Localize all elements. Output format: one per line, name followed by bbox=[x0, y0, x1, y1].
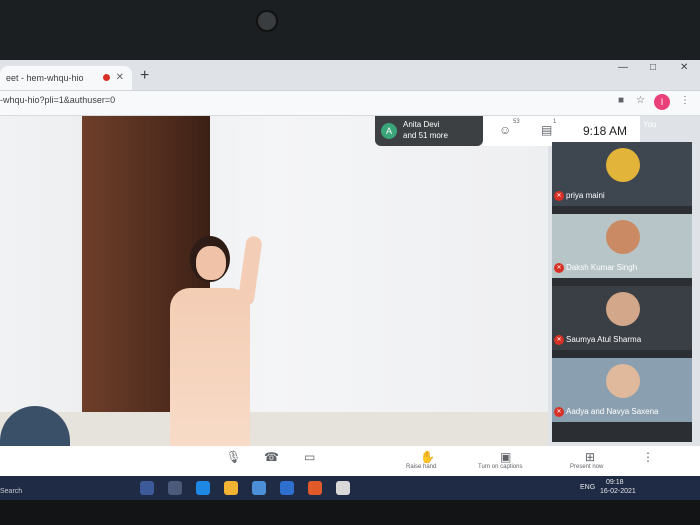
video-presenter bbox=[160, 235, 280, 466]
mail-icon[interactable] bbox=[280, 481, 294, 495]
taskbar-date[interactable]: 16-02-2021 bbox=[600, 488, 636, 496]
participant-video bbox=[606, 220, 640, 254]
presenter-raised-arm bbox=[237, 235, 263, 307]
participant-name: Anita Devi bbox=[403, 120, 440, 129]
raise-hand-label: Raise hand bbox=[406, 464, 437, 470]
tile-name: Aadya and Navya Saxena bbox=[566, 407, 659, 416]
presenter-face bbox=[196, 246, 226, 280]
office-icon[interactable] bbox=[308, 481, 322, 495]
task-view-icon[interactable] bbox=[168, 481, 182, 495]
participant-avatar: A bbox=[381, 123, 397, 139]
taskbar-time[interactable]: 09:18 bbox=[606, 479, 624, 487]
presenter-dress bbox=[170, 288, 250, 458]
participant-tile[interactable]: ✕ Daksh Kumar Singh bbox=[552, 214, 692, 278]
minimize-icon[interactable]: — bbox=[618, 62, 628, 73]
language-indicator[interactable]: ENG bbox=[580, 484, 595, 492]
maximize-icon[interactable]: □ bbox=[650, 62, 656, 73]
tile-name: priya maini bbox=[566, 191, 605, 200]
mic-off-icon: ✕ bbox=[554, 407, 564, 417]
mic-off-icon: ✕ bbox=[554, 191, 564, 201]
new-tab-button[interactable]: + bbox=[140, 66, 149, 86]
meet-clock: 9:18 AM bbox=[583, 124, 628, 138]
close-tab-icon[interactable]: ✕ bbox=[116, 66, 124, 90]
tab-title: eet - hem-whqu-hio bbox=[6, 73, 84, 83]
self-view-label: You bbox=[643, 120, 657, 129]
recording-dot-icon bbox=[103, 74, 110, 81]
participant-tile[interactable]: ✕ Aadya and Navya Saxena bbox=[552, 358, 692, 422]
store-icon[interactable] bbox=[252, 481, 266, 495]
more-options-icon[interactable]: ⋮ bbox=[642, 450, 654, 464]
participant-video bbox=[606, 148, 640, 182]
tile-name: Saumya Atul Sharma bbox=[566, 335, 642, 344]
close-window-icon[interactable]: ✕ bbox=[680, 62, 688, 73]
bookmark-star-icon[interactable]: ☆ bbox=[636, 95, 645, 106]
participant-tiles: ✕ priya maini ✕ Daksh Kumar Singh ✕ Saum… bbox=[552, 142, 692, 442]
profile-avatar[interactable]: I bbox=[654, 94, 670, 110]
chat-icon[interactable]: ▤ bbox=[541, 123, 552, 137]
mic-off-icon: ✕ bbox=[554, 263, 564, 273]
meet-controls: 🎙 ☎ ▭ ✋ Raise hand ▣ Turn on captions ⊞ … bbox=[0, 446, 700, 476]
leave-call-icon[interactable]: ☎ bbox=[264, 450, 279, 464]
menu-icon[interactable]: ⋮ bbox=[680, 95, 690, 106]
people-count: 53 bbox=[513, 119, 520, 125]
webcam-lens bbox=[256, 10, 278, 32]
edge-icon[interactable] bbox=[196, 481, 210, 495]
chat-badge: 1 bbox=[553, 119, 557, 125]
chrome-icon[interactable] bbox=[336, 481, 350, 495]
participant-video bbox=[606, 292, 640, 326]
file-explorer-icon[interactable] bbox=[224, 481, 238, 495]
mic-off-icon: ✕ bbox=[554, 335, 564, 345]
participant-video bbox=[606, 364, 640, 398]
participant-more: and 51 more bbox=[403, 131, 448, 140]
participant-tile[interactable]: ✕ Saumya Atul Sharma bbox=[552, 286, 692, 350]
url-text[interactable]: -whqu-hio?pli=1&authuser=0 bbox=[0, 95, 115, 105]
monitor-screen: eet - hem-whqu-hio ✕ + — □ ✕ -whqu-hio?p… bbox=[0, 60, 700, 500]
camera-indicator-icon[interactable]: ■ bbox=[618, 95, 624, 106]
cortana-icon[interactable] bbox=[140, 481, 154, 495]
browser-tab-bar: eet - hem-whqu-hio ✕ + — □ ✕ bbox=[0, 60, 700, 91]
taskbar-search-label[interactable]: Search bbox=[0, 488, 22, 495]
raise-hand-icon[interactable]: ✋ bbox=[420, 450, 435, 464]
address-bar: -whqu-hio?pli=1&authuser=0 ■ ☆ I ⋮ bbox=[0, 91, 700, 116]
windows-taskbar: Search ENG 09:18 16-02-2021 bbox=[0, 476, 700, 500]
present-label: Present now bbox=[570, 464, 604, 470]
people-icon[interactable]: ☺ bbox=[499, 123, 511, 137]
meet-stage: A Anita Devi and 51 more ☺ 53 ▤ 1 9:18 A… bbox=[0, 116, 700, 458]
captions-label: Turn on captions bbox=[478, 464, 523, 470]
mic-icon[interactable]: 🎙 bbox=[226, 450, 241, 464]
camera-icon[interactable]: ▭ bbox=[304, 450, 315, 464]
participants-chip[interactable]: A Anita Devi and 51 more bbox=[375, 116, 483, 146]
present-icon[interactable]: ⊞ bbox=[585, 450, 595, 464]
captions-icon[interactable]: ▣ bbox=[500, 450, 511, 464]
monitor-bezel-bottom bbox=[0, 500, 700, 525]
tile-name: Daksh Kumar Singh bbox=[566, 263, 638, 272]
browser-tab[interactable]: eet - hem-whqu-hio ✕ bbox=[0, 66, 132, 90]
participant-tile[interactable]: ✕ priya maini bbox=[552, 142, 692, 206]
main-video bbox=[0, 116, 548, 458]
